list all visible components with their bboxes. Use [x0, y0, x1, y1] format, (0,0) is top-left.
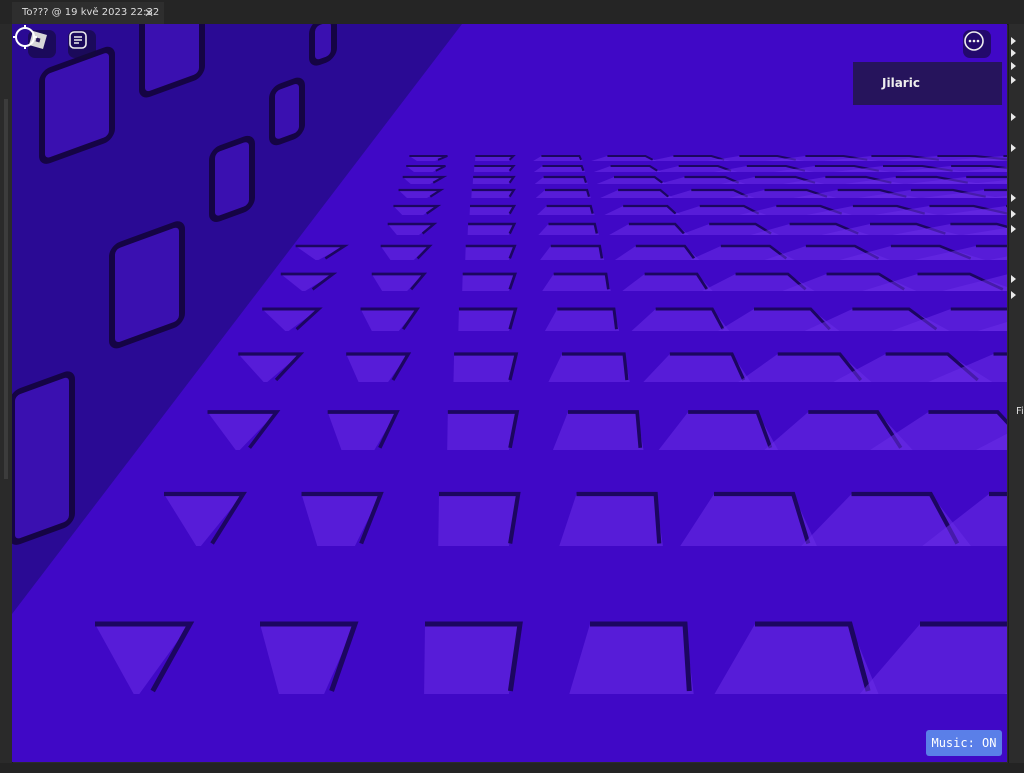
floor-tile — [569, 624, 694, 694]
floor-tile — [458, 309, 516, 331]
floor-tile — [548, 354, 630, 382]
floor-tile — [535, 190, 591, 198]
floor-tile — [542, 274, 611, 291]
expand-arrow-icon[interactable] — [1011, 210, 1016, 218]
floor-tile — [540, 246, 605, 260]
right-explorer-panel: Fi — [1008, 24, 1024, 764]
expand-arrow-icon[interactable] — [1011, 194, 1016, 202]
floor-tile — [447, 412, 518, 450]
status-bar — [0, 763, 1024, 773]
game-viewport[interactable]: Jilaric Music: ON — [12, 24, 1007, 762]
floor-tile — [462, 274, 516, 291]
floor-tile — [544, 309, 620, 331]
floor-tile — [536, 206, 595, 215]
expand-arrow-icon[interactable] — [1011, 275, 1016, 283]
floor-tile — [469, 206, 515, 215]
expand-arrow-icon[interactable] — [1011, 49, 1016, 57]
close-tab-icon[interactable]: ✕ — [144, 2, 154, 24]
expand-arrow-icon[interactable] — [1011, 291, 1016, 299]
player-list-entry[interactable]: Jilaric — [853, 62, 1002, 105]
floor-tile — [559, 494, 663, 546]
expand-arrow-icon[interactable] — [1011, 37, 1016, 45]
floor-tile — [552, 412, 644, 450]
more-button[interactable] — [963, 30, 991, 58]
wall-tile — [269, 77, 305, 146]
wall-tile — [12, 371, 75, 545]
panel-label: Fi — [1016, 406, 1024, 417]
more-icon — [964, 31, 984, 51]
crosshair-icon — [13, 25, 37, 49]
floor-tile — [467, 224, 515, 235]
floor-tile — [424, 624, 520, 694]
expand-arrow-icon[interactable] — [1011, 225, 1016, 233]
tab-bar: To??? @ 19 kvě 2023 22:32 ✕ — [0, 0, 1024, 25]
expand-arrow-icon[interactable] — [1011, 62, 1016, 70]
expand-arrow-icon[interactable] — [1011, 144, 1016, 152]
floor-tile — [471, 190, 514, 198]
expand-arrow-icon[interactable] — [1011, 76, 1016, 84]
tab-game[interactable]: To??? @ 19 kvě 2023 22:32 ✕ — [12, 2, 164, 24]
chat-icon — [69, 31, 87, 49]
game-scene — [12, 24, 1007, 762]
music-toggle-button[interactable]: Music: ON — [926, 730, 1002, 756]
chat-button[interactable] — [68, 30, 96, 58]
floor-tile — [453, 354, 517, 382]
floor-tile — [465, 246, 515, 260]
wall-tile — [309, 24, 337, 66]
scrollbar[interactable] — [4, 99, 8, 479]
player-name: Jilaric — [882, 76, 920, 90]
floor-tile — [438, 494, 519, 546]
wall-tile — [209, 135, 255, 223]
floor-tile — [538, 224, 599, 235]
wall-tile — [109, 221, 185, 349]
expand-arrow-icon[interactable] — [1011, 113, 1016, 121]
tab-title: To??? @ 19 kvě 2023 22:32 — [22, 7, 160, 18]
